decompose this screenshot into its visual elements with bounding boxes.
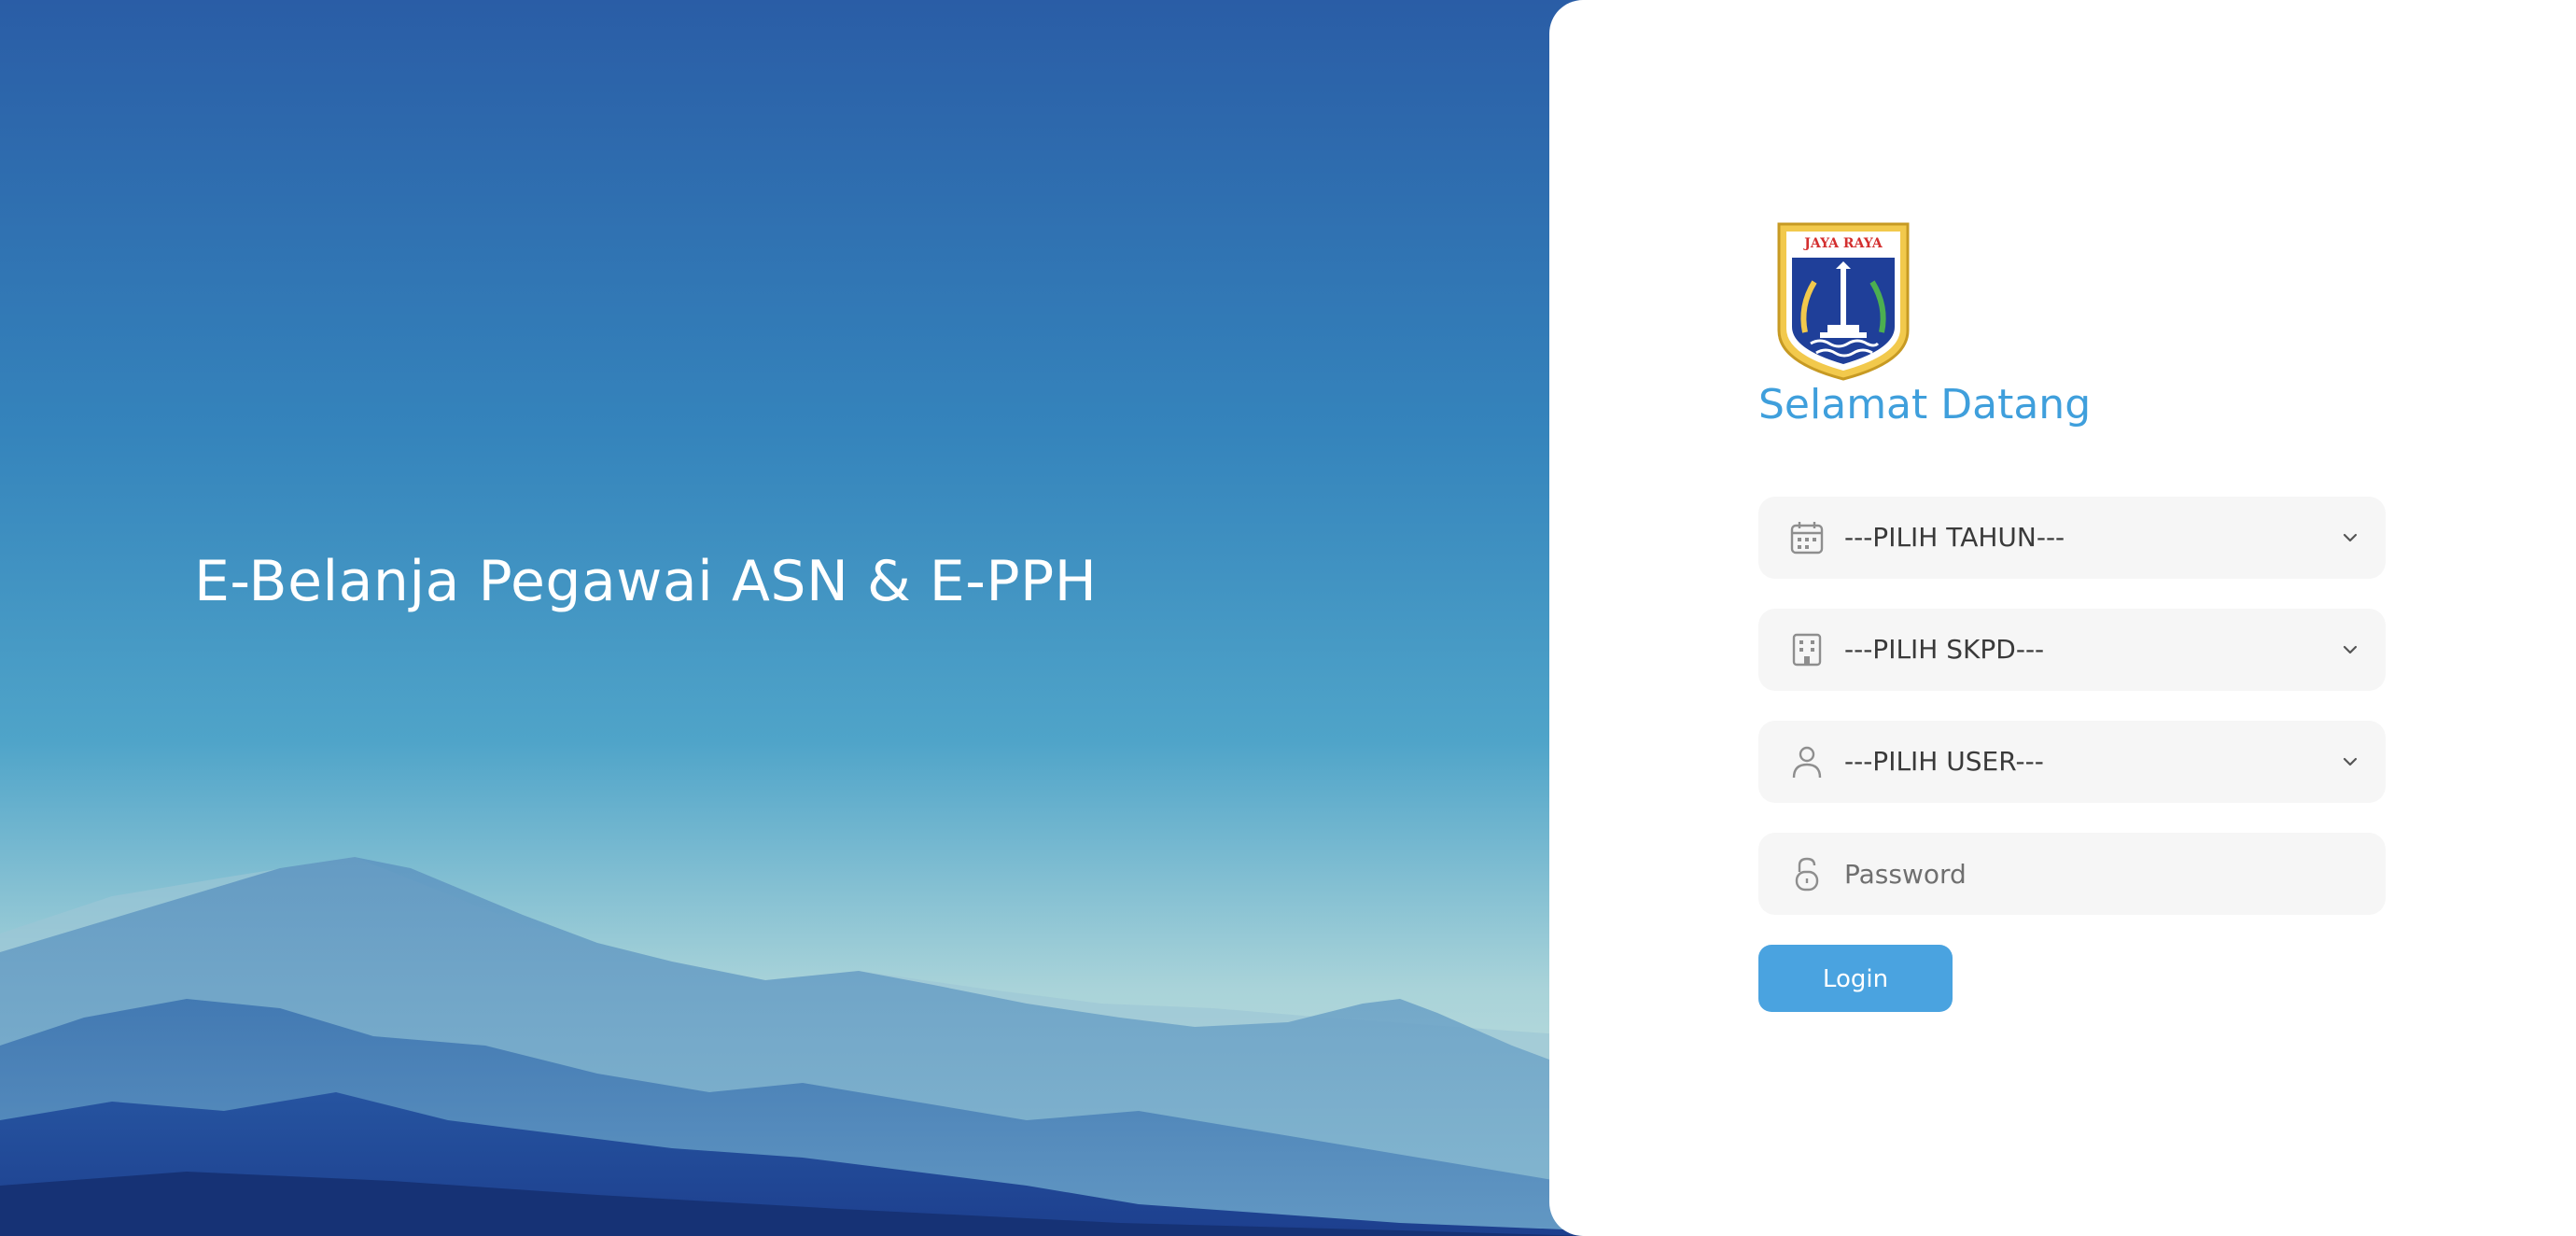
- jakarta-crest-logo: JAYA RAYA: [1777, 222, 1910, 381]
- user-select-value: ---PILIH USER---: [1844, 746, 2044, 777]
- skpd-select[interactable]: ---PILIH SKPD---: [1758, 609, 2386, 691]
- building-icon: [1792, 633, 1822, 667]
- user-select[interactable]: ---PILIH USER---: [1758, 721, 2386, 803]
- mountain-background: [0, 0, 1587, 1236]
- unlock-icon: [1795, 857, 1819, 892]
- login-button[interactable]: Login: [1758, 945, 1953, 1012]
- chevron-down-icon: [2343, 645, 2358, 654]
- calendar-icon: [1790, 522, 1824, 555]
- welcome-heading: Selamat Datang: [1758, 381, 2092, 428]
- login-page: E-Belanja Pegawai ASN & E-PPH JAYA RAYA …: [0, 0, 2576, 1236]
- app-title: E-Belanja Pegawai ASN & E-PPH: [194, 549, 1098, 614]
- password-field[interactable]: [1758, 833, 2386, 915]
- year-select-value: ---PILIH TAHUN---: [1844, 522, 2065, 553]
- skpd-select-value: ---PILIH SKPD---: [1844, 634, 2045, 665]
- hero-panel: E-Belanja Pegawai ASN & E-PPH: [0, 0, 1587, 1236]
- chevron-down-icon: [2343, 757, 2358, 766]
- user-icon: [1792, 746, 1822, 779]
- chevron-down-icon: [2343, 533, 2358, 542]
- logo-motto-text: JAYA RAYA: [1802, 236, 1883, 251]
- password-input[interactable]: [1844, 833, 2348, 915]
- year-select[interactable]: ---PILIH TAHUN---: [1758, 497, 2386, 579]
